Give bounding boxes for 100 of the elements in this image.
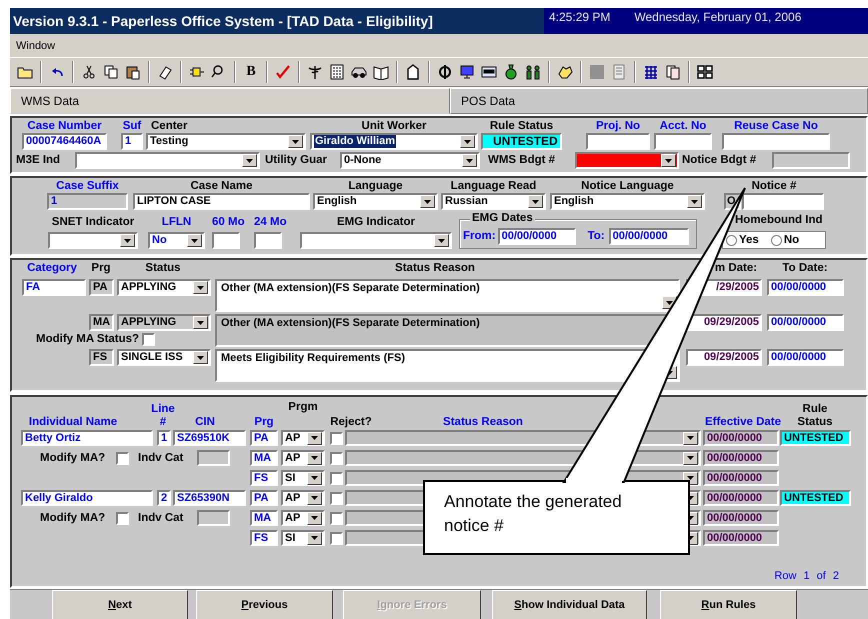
dropdown-field[interactable]: English bbox=[550, 193, 705, 210]
text-field[interactable] bbox=[212, 232, 240, 249]
dropdown-button[interactable] bbox=[193, 281, 208, 294]
bold-button[interactable]: B bbox=[240, 61, 262, 83]
date-field[interactable]: 00/00/0000 bbox=[767, 349, 844, 366]
dropdown-field[interactable] bbox=[75, 152, 260, 169]
dropdown-button[interactable] bbox=[307, 492, 322, 504]
action-button[interactable]: Next bbox=[52, 590, 188, 619]
caret-icon bbox=[311, 536, 318, 540]
dropdown-button[interactable] bbox=[420, 195, 435, 208]
dropdown-button[interactable] bbox=[187, 234, 202, 247]
dropdown-field[interactable]: SI bbox=[281, 530, 325, 546]
dropdown-field[interactable] bbox=[48, 232, 138, 249]
radio-button[interactable]: No bbox=[770, 234, 800, 246]
date-field[interactable]: 00/00/0000 bbox=[767, 314, 844, 331]
date-field[interactable]: 00/00/0000 bbox=[703, 450, 779, 466]
dropdown-field[interactable]: AP bbox=[281, 490, 325, 506]
dropdown-field[interactable]: Russian bbox=[441, 193, 546, 210]
dropdown-button[interactable] bbox=[120, 234, 135, 247]
checkbox[interactable] bbox=[116, 452, 129, 464]
menu-item[interactable]: Window bbox=[16, 40, 56, 52]
action-button[interactable]: Show Individual Data bbox=[492, 590, 647, 619]
dropdown-button[interactable] bbox=[683, 452, 698, 464]
tab[interactable]: WMS Data bbox=[10, 88, 450, 114]
dropdown-field[interactable]: English bbox=[313, 193, 438, 210]
dropdown-field[interactable]: Testing bbox=[146, 133, 306, 150]
field-label: Modify MA? bbox=[40, 512, 106, 524]
date-field[interactable]: 00/00/0000 bbox=[703, 470, 779, 486]
cin-field[interactable]: SZ65390N bbox=[173, 490, 246, 506]
text-field[interactable]: FA bbox=[22, 279, 86, 296]
dropdown-field[interactable]: SINGLE ISS bbox=[117, 349, 211, 366]
column-header: m Date: bbox=[714, 262, 758, 275]
name-field[interactable]: Betty Ortiz bbox=[21, 430, 153, 446]
line-number-field[interactable]: 1 bbox=[157, 430, 171, 446]
dropdown-field[interactable]: APPLYING bbox=[117, 314, 211, 331]
date-field[interactable]: 00/00/0000 bbox=[498, 228, 576, 244]
checkbox[interactable] bbox=[330, 452, 343, 464]
text-field[interactable] bbox=[254, 232, 282, 249]
text-field[interactable] bbox=[742, 193, 824, 210]
checkbox[interactable] bbox=[330, 532, 343, 544]
dropdown-button[interactable] bbox=[661, 154, 676, 167]
radio-button[interactable]: Yes bbox=[726, 234, 759, 246]
date-field[interactable]: 09/29/2005 bbox=[686, 349, 762, 366]
tab[interactable]: POS Data bbox=[450, 88, 868, 114]
status-reason-field[interactable]: Other (MA extension)(FS Separate Determination) bbox=[215, 279, 680, 312]
dropdown-field[interactable] bbox=[575, 152, 679, 169]
dropdown-button[interactable] bbox=[307, 512, 322, 524]
dropdown-field[interactable]: Giraldo William bbox=[310, 133, 478, 150]
window-title: Version 9.3.1 - Paperless Office System - [TAD Data - Eligibility] bbox=[10, 8, 544, 34]
date-field[interactable]: 00/00/0000 bbox=[703, 490, 779, 506]
name-field[interactable]: Kelly Giraldo bbox=[21, 490, 153, 506]
checkbox[interactable] bbox=[330, 512, 343, 524]
date-field[interactable]: 00/00/0000 bbox=[767, 279, 844, 296]
dropdown-button[interactable] bbox=[242, 154, 257, 167]
date-field[interactable]: 00/00/0000 bbox=[703, 430, 779, 446]
dropdown-button[interactable] bbox=[307, 432, 322, 444]
text-field[interactable] bbox=[654, 133, 712, 150]
dropdown-field[interactable]: AP bbox=[281, 450, 325, 466]
dropdown-button[interactable] bbox=[462, 154, 477, 167]
line-number-field[interactable]: 2 bbox=[157, 490, 171, 506]
date-field[interactable]: 00/00/0000 bbox=[703, 510, 779, 526]
checkbox[interactable] bbox=[330, 472, 343, 484]
dropdown-button[interactable] bbox=[307, 532, 322, 544]
dropdown-button[interactable] bbox=[193, 316, 208, 329]
clipboard-icon bbox=[125, 64, 141, 80]
dropdown-button[interactable] bbox=[528, 195, 543, 208]
dropdown-button[interactable] bbox=[307, 472, 322, 484]
checkbox[interactable] bbox=[142, 333, 156, 346]
dropdown-field[interactable] bbox=[300, 232, 452, 249]
dropdown-field[interactable]: AP bbox=[281, 430, 325, 446]
text-field[interactable]: 1 bbox=[121, 133, 143, 150]
text-field[interactable] bbox=[586, 133, 650, 150]
date-field[interactable]: 09/29/2005 bbox=[686, 314, 762, 331]
dropdown-button[interactable] bbox=[687, 195, 702, 208]
scissors-icon bbox=[81, 64, 97, 80]
cin-field[interactable]: SZ69510K bbox=[173, 430, 246, 446]
checkbox[interactable] bbox=[116, 512, 129, 524]
status-reason-field[interactable]: Meets Eligibility Requirements (FS) bbox=[215, 349, 680, 382]
dropdown-button[interactable] bbox=[460, 135, 475, 148]
text-field[interactable] bbox=[722, 133, 830, 150]
dropdown-button[interactable] bbox=[307, 452, 322, 464]
caret-icon bbox=[311, 496, 318, 500]
checkbox[interactable] bbox=[330, 492, 343, 504]
dropdown-button[interactable] bbox=[193, 351, 208, 364]
dropdown-field[interactable]: SI bbox=[281, 470, 325, 486]
dropdown-field[interactable]: 0-None bbox=[340, 152, 480, 169]
dropdown-button[interactable] bbox=[434, 234, 449, 247]
action-button[interactable]: Run Rules bbox=[660, 590, 797, 619]
dropdown-field[interactable]: APPLYING bbox=[117, 279, 211, 296]
dropdown-field[interactable]: AP bbox=[281, 510, 325, 526]
date-field[interactable]: 00/00/0000 bbox=[608, 228, 689, 244]
dropdown-button[interactable] bbox=[683, 432, 698, 444]
date-field[interactable]: 00/00/0000 bbox=[703, 530, 779, 546]
checkbox[interactable] bbox=[330, 432, 343, 444]
field-label: M3E Ind bbox=[16, 154, 60, 167]
text-field[interactable]: LIPTON CASE bbox=[133, 193, 310, 210]
dropdown-button[interactable] bbox=[288, 135, 303, 148]
dropdown-field[interactable]: No bbox=[148, 232, 205, 249]
action-button[interactable]: Previous bbox=[196, 590, 333, 619]
text-field[interactable]: 00007464460A bbox=[22, 133, 107, 150]
